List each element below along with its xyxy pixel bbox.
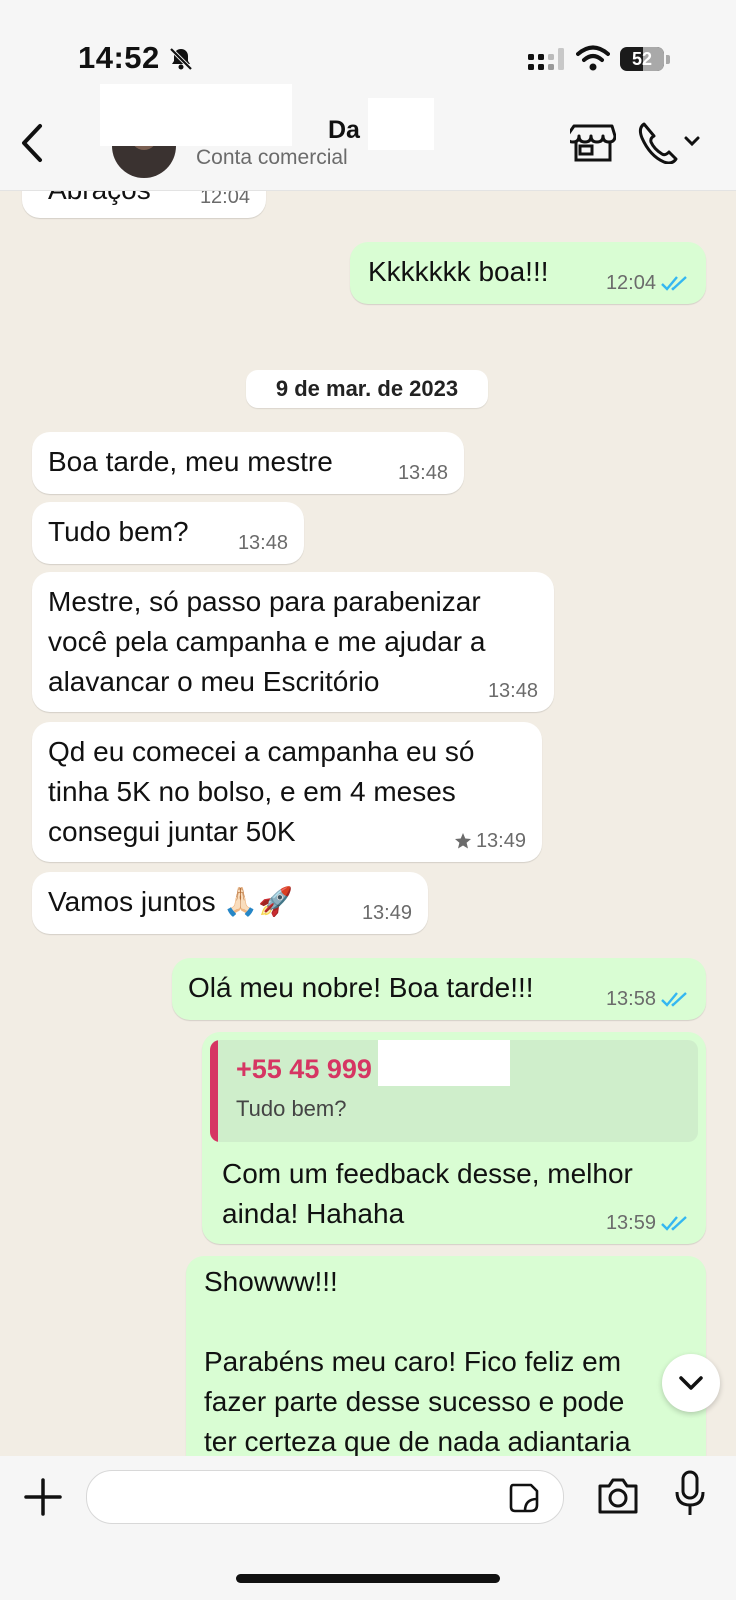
mic-icon[interactable] bbox=[674, 1470, 706, 1518]
redaction-box bbox=[100, 84, 292, 146]
chat-header: Da Conta comercial bbox=[0, 84, 736, 191]
message-outgoing[interactable]: Showww!!! Parabéns meu caro! Fico feliz … bbox=[186, 1256, 706, 1476]
phone-icon[interactable] bbox=[636, 120, 704, 164]
message-input-container[interactable] bbox=[86, 1470, 564, 1525]
message-meta: 12:04 bbox=[606, 272, 690, 294]
message-text: Tudo bem? bbox=[48, 516, 189, 547]
contact-name[interactable]: Da bbox=[328, 116, 360, 145]
scroll-to-bottom-button[interactable] bbox=[662, 1354, 720, 1412]
signal-icon bbox=[528, 48, 564, 70]
wifi-icon bbox=[576, 45, 610, 71]
message-meta: 13:48 bbox=[398, 462, 448, 484]
battery-indicator: 52 bbox=[620, 47, 670, 73]
double-check-icon bbox=[661, 1216, 687, 1231]
message-time: 13:49 bbox=[361, 902, 412, 924]
message-time: 13:49 bbox=[475, 830, 526, 852]
message-time: 12:04 bbox=[605, 272, 656, 294]
message-meta: 13:49 bbox=[454, 830, 526, 852]
chevron-down-icon bbox=[679, 1376, 703, 1390]
reply-quote[interactable]: +55 45 999 Tudo bem? bbox=[210, 1040, 698, 1142]
bell-off-icon bbox=[169, 47, 193, 71]
message-text: Mestre, só passo para parabenizar você p… bbox=[48, 586, 486, 697]
quote-accent-bar bbox=[210, 1040, 218, 1142]
message-text: Kkkkkkk boa!!! bbox=[368, 256, 549, 287]
message-input[interactable] bbox=[105, 1471, 489, 1525]
message-incoming[interactable]: Tudo bem? 13:48 bbox=[32, 502, 304, 564]
plus-icon[interactable] bbox=[22, 1476, 64, 1518]
battery-level: 52 bbox=[631, 49, 653, 69]
message-text: Com um feedback desse, melhor ainda! Hah… bbox=[222, 1158, 633, 1229]
message-time: 13:48 bbox=[397, 462, 448, 484]
message-text: Boa tarde, meu mestre bbox=[48, 446, 333, 477]
date-divider: 9 de mar. de 2023 bbox=[246, 370, 488, 408]
status-time: 14:52 bbox=[78, 40, 160, 75]
message-text: Qd eu comecei a campanha eu só tinha 5K … bbox=[48, 736, 475, 847]
back-icon[interactable] bbox=[12, 118, 52, 168]
message-text: Showww!!! Parabéns meu caro! Fico feliz … bbox=[204, 1266, 631, 1457]
double-check-icon bbox=[661, 992, 687, 1007]
message-outgoing[interactable]: Olá meu nobre! Boa tarde!!! 13:58 bbox=[172, 958, 706, 1020]
message-time: 13:58 bbox=[605, 988, 656, 1010]
message-time: 13:48 bbox=[487, 680, 538, 702]
camera-icon[interactable] bbox=[596, 1476, 640, 1516]
message-meta: 13:49 bbox=[362, 902, 412, 924]
message-meta: 13:58 bbox=[606, 988, 690, 1010]
sticker-icon[interactable] bbox=[507, 1481, 541, 1515]
message-composer bbox=[0, 1456, 736, 1600]
quote-author: +55 45 999 bbox=[236, 1054, 372, 1084]
home-indicator bbox=[236, 1574, 500, 1583]
message-meta: 13:59 bbox=[606, 1212, 690, 1234]
message-time: 13:59 bbox=[605, 1212, 656, 1234]
message-time: 13:48 bbox=[237, 532, 288, 554]
star-icon bbox=[454, 833, 471, 849]
message-incoming[interactable]: Mestre, só passo para parabenizar você p… bbox=[32, 572, 554, 712]
redaction-box bbox=[368, 98, 434, 150]
quote-text: Tudo bem? bbox=[236, 1096, 347, 1121]
message-meta: 13:48 bbox=[238, 532, 288, 554]
contact-subtitle: Conta comercial bbox=[196, 146, 348, 169]
message-incoming[interactable]: Vamos juntos 🙏🏻🚀 13:49 bbox=[32, 872, 428, 934]
redaction-box bbox=[378, 1040, 510, 1086]
message-meta: 13:48 bbox=[488, 680, 538, 702]
store-icon[interactable] bbox=[570, 120, 616, 164]
double-check-icon bbox=[661, 276, 687, 291]
chevron-down-icon bbox=[684, 136, 700, 147]
message-outgoing[interactable]: Kkkkkkk boa!!! 12:04 bbox=[350, 242, 706, 304]
message-incoming[interactable]: Boa tarde, meu mestre 13:48 bbox=[32, 432, 464, 494]
message-incoming[interactable]: Qd eu comecei a campanha eu só tinha 5K … bbox=[32, 722, 542, 862]
message-text: Olá meu nobre! Boa tarde!!! bbox=[188, 972, 534, 1003]
message-text: Vamos juntos 🙏🏻🚀 bbox=[48, 886, 294, 917]
